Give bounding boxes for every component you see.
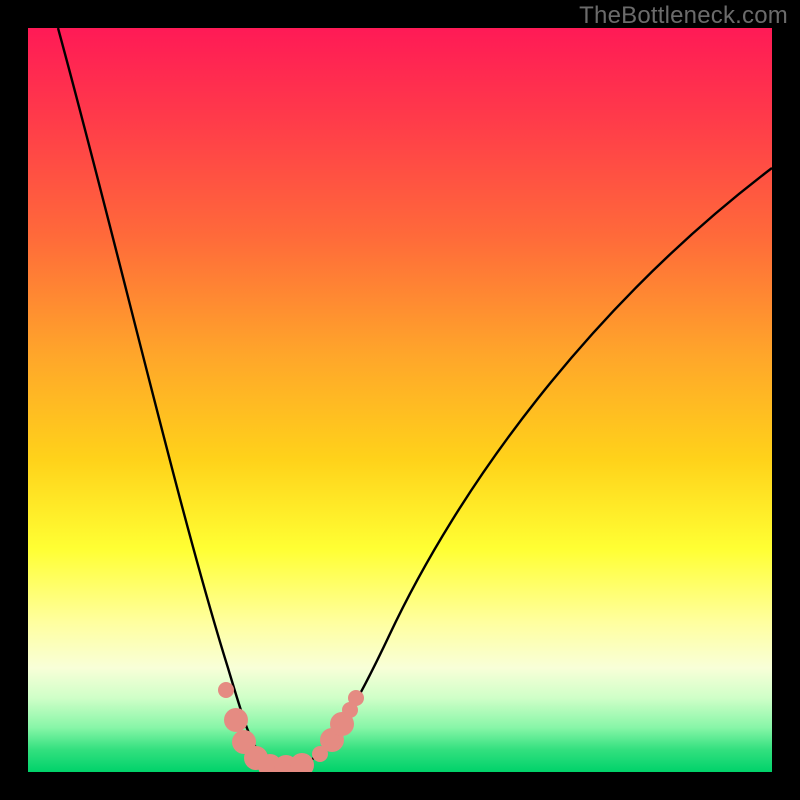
plot-area — [28, 28, 772, 772]
marker-dot — [342, 702, 358, 718]
marker-dot — [312, 746, 328, 762]
marker-group — [218, 682, 364, 772]
curve-layer — [28, 28, 772, 772]
marker-dot — [320, 728, 344, 752]
marker-dot — [232, 730, 256, 754]
marker-dot — [290, 753, 314, 772]
marker-dot — [274, 755, 298, 772]
bottleneck-curve — [58, 28, 772, 768]
marker-dot — [218, 682, 234, 698]
marker-dot — [224, 708, 248, 732]
marker-dot — [348, 690, 364, 706]
marker-dot — [330, 712, 354, 736]
marker-dot — [244, 746, 268, 770]
watermark-text: TheBottleneck.com — [579, 2, 788, 30]
marker-dot — [258, 754, 282, 772]
